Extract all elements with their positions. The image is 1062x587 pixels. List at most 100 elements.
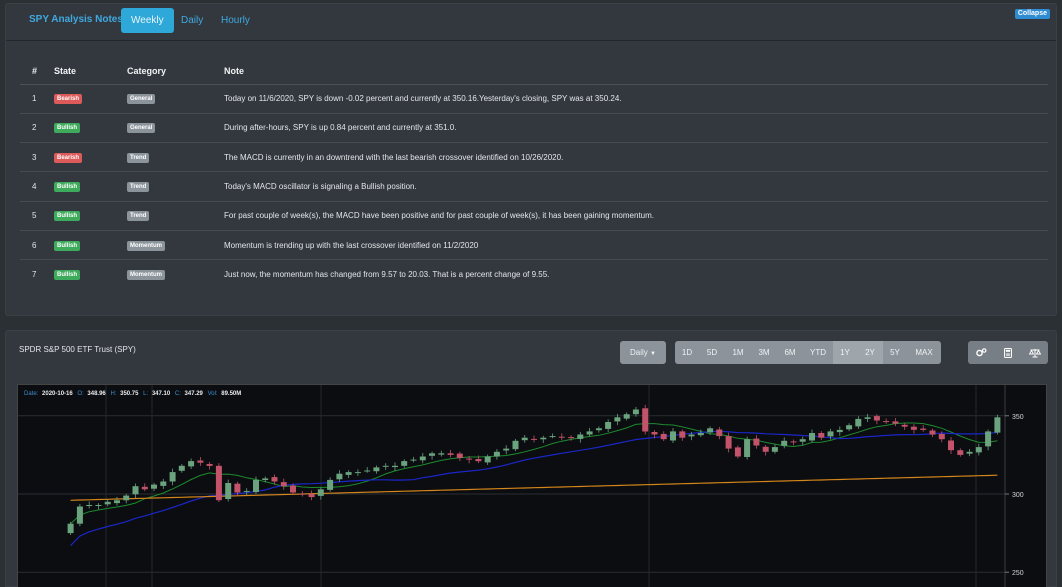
state-badge: Bullish <box>54 240 81 251</box>
range-button-2y[interactable]: 2Y <box>857 341 883 364</box>
candle-body <box>827 431 834 437</box>
candle-body <box>160 481 167 486</box>
range-button-6m[interactable]: 6M <box>777 341 803 364</box>
category-cell: General <box>127 113 224 144</box>
tab-daily[interactable]: Daily <box>171 8 213 33</box>
collapse-button[interactable]: Collapse <box>1014 9 1050 19</box>
tab-weekly[interactable]: Weekly <box>121 8 174 33</box>
candle-body <box>568 437 575 439</box>
category-cell: Momentum <box>127 230 224 261</box>
candle-body <box>151 484 157 489</box>
candle-body <box>948 440 954 451</box>
state-cell: Bullish <box>54 260 127 289</box>
candle-body <box>688 434 695 437</box>
candle-body <box>577 434 584 439</box>
candle-body <box>382 465 389 467</box>
candles <box>67 404 1001 535</box>
candle-body <box>670 431 676 441</box>
chart-grid <box>18 385 1006 587</box>
candle-body <box>178 465 185 471</box>
candle-body <box>114 500 120 504</box>
price-chart[interactable]: Date: 2020-10-16 O: 348.96 H: 350.75 L: … <box>17 384 1047 587</box>
table-row: 7 Bullish Momentum Just now, the momentum h… <box>20 260 1048 289</box>
candle-body <box>327 479 334 490</box>
note-cell: Today's MACD oscillator is signaling a B… <box>224 171 1048 202</box>
col-header-num: # <box>20 58 54 85</box>
settings-button[interactable] <box>968 341 995 364</box>
info-close: 347.29 <box>185 391 204 397</box>
candle-body <box>910 426 917 430</box>
category-badge: Momentum <box>127 240 165 251</box>
interval-dropdown[interactable]: Daily ▼ <box>620 341 666 364</box>
candle-body <box>336 473 343 480</box>
info-close-label: C: <box>175 391 181 397</box>
range-button-1y[interactable]: 1Y <box>833 341 857 364</box>
candle-body <box>660 433 667 440</box>
note-cell: Just now, the momentum has changed from … <box>224 270 550 280</box>
info-high: 350.75 <box>120 391 139 397</box>
candle-body <box>364 470 371 472</box>
range-button-1d[interactable]: 1D <box>675 341 699 364</box>
compare-button[interactable] <box>1021 341 1048 364</box>
candle-body <box>744 439 751 457</box>
table-row: 5 Bullish Trend For past couple of week(s),… <box>20 201 1048 231</box>
candle-body <box>299 493 306 495</box>
calculator-icon <box>1004 347 1012 358</box>
table-row: 2 Bullish General During after-hours, SPY i… <box>20 113 1048 144</box>
info-open: 348.96 <box>87 391 106 397</box>
calculator-button[interactable] <box>995 341 1021 364</box>
candle-body <box>836 429 843 433</box>
notes-table: # State Category Note 1 Bearish General Tod… <box>20 58 1048 289</box>
state-badge: Bullish <box>54 270 81 281</box>
candle-body <box>466 458 473 460</box>
col-header-category: Category <box>127 58 224 85</box>
candle-body <box>123 495 130 501</box>
candle-body <box>280 482 287 487</box>
candle-body <box>855 418 862 427</box>
col-header-state: State <box>54 58 127 85</box>
candle-body <box>781 440 788 446</box>
candle-body <box>549 436 556 438</box>
candle-body <box>994 417 1001 433</box>
interval-label: Daily <box>630 348 648 357</box>
candle-body <box>456 453 463 458</box>
candle-body <box>790 441 797 443</box>
candle-body <box>429 453 435 456</box>
range-button-1m[interactable]: 1M <box>725 341 751 364</box>
candle-body <box>614 417 621 422</box>
category-cell: Trend <box>127 201 224 231</box>
candle-body <box>512 440 519 450</box>
candle-body <box>707 428 714 433</box>
notes-panel: SPY Analysis Notes Weekly Daily Hourly C… <box>5 3 1057 316</box>
info-low-label: L: <box>143 391 148 397</box>
candle-body <box>262 478 269 480</box>
note-cell: The MACD is currently in an downtrend wi… <box>224 142 1048 173</box>
candle-body <box>771 447 778 452</box>
row-number: 5 <box>20 201 54 231</box>
range-button-3m[interactable]: 3M <box>751 341 777 364</box>
range-button-max[interactable]: MAX <box>907 341 941 364</box>
info-date-label: Date: <box>24 391 39 397</box>
category-badge: Trend <box>127 152 150 163</box>
candle-body <box>679 431 686 438</box>
range-button-ytd[interactable]: YTD <box>803 341 833 364</box>
candle-body <box>475 459 482 462</box>
candle-body <box>95 505 102 506</box>
candle-body <box>975 447 982 453</box>
category-badge: General <box>127 94 156 105</box>
tab-hourly[interactable]: Hourly <box>211 8 260 33</box>
range-button-5d[interactable]: 5D <box>699 341 725 364</box>
candle-body <box>651 432 658 435</box>
range-button-5y[interactable]: 5Y <box>883 341 907 364</box>
state-cell: Bearish <box>54 84 127 114</box>
table-header-row: # State Category Note <box>20 58 1048 85</box>
ma-long-line <box>70 474 998 501</box>
candle-body <box>493 451 500 457</box>
candle-body <box>809 433 815 441</box>
candle-body <box>215 465 222 501</box>
state-cell: Bullish <box>54 230 127 261</box>
state-badge: Bullish <box>54 123 81 134</box>
candlestick-chart-svg[interactable]: Date: 2020-10-16 O: 348.96 H: 350.75 L: … <box>18 385 1046 587</box>
candle-body <box>290 485 296 493</box>
chart-panel: SPDR S&P 500 ETF Trust (SPY) Daily ▼ 1D 5… <box>5 330 1057 587</box>
